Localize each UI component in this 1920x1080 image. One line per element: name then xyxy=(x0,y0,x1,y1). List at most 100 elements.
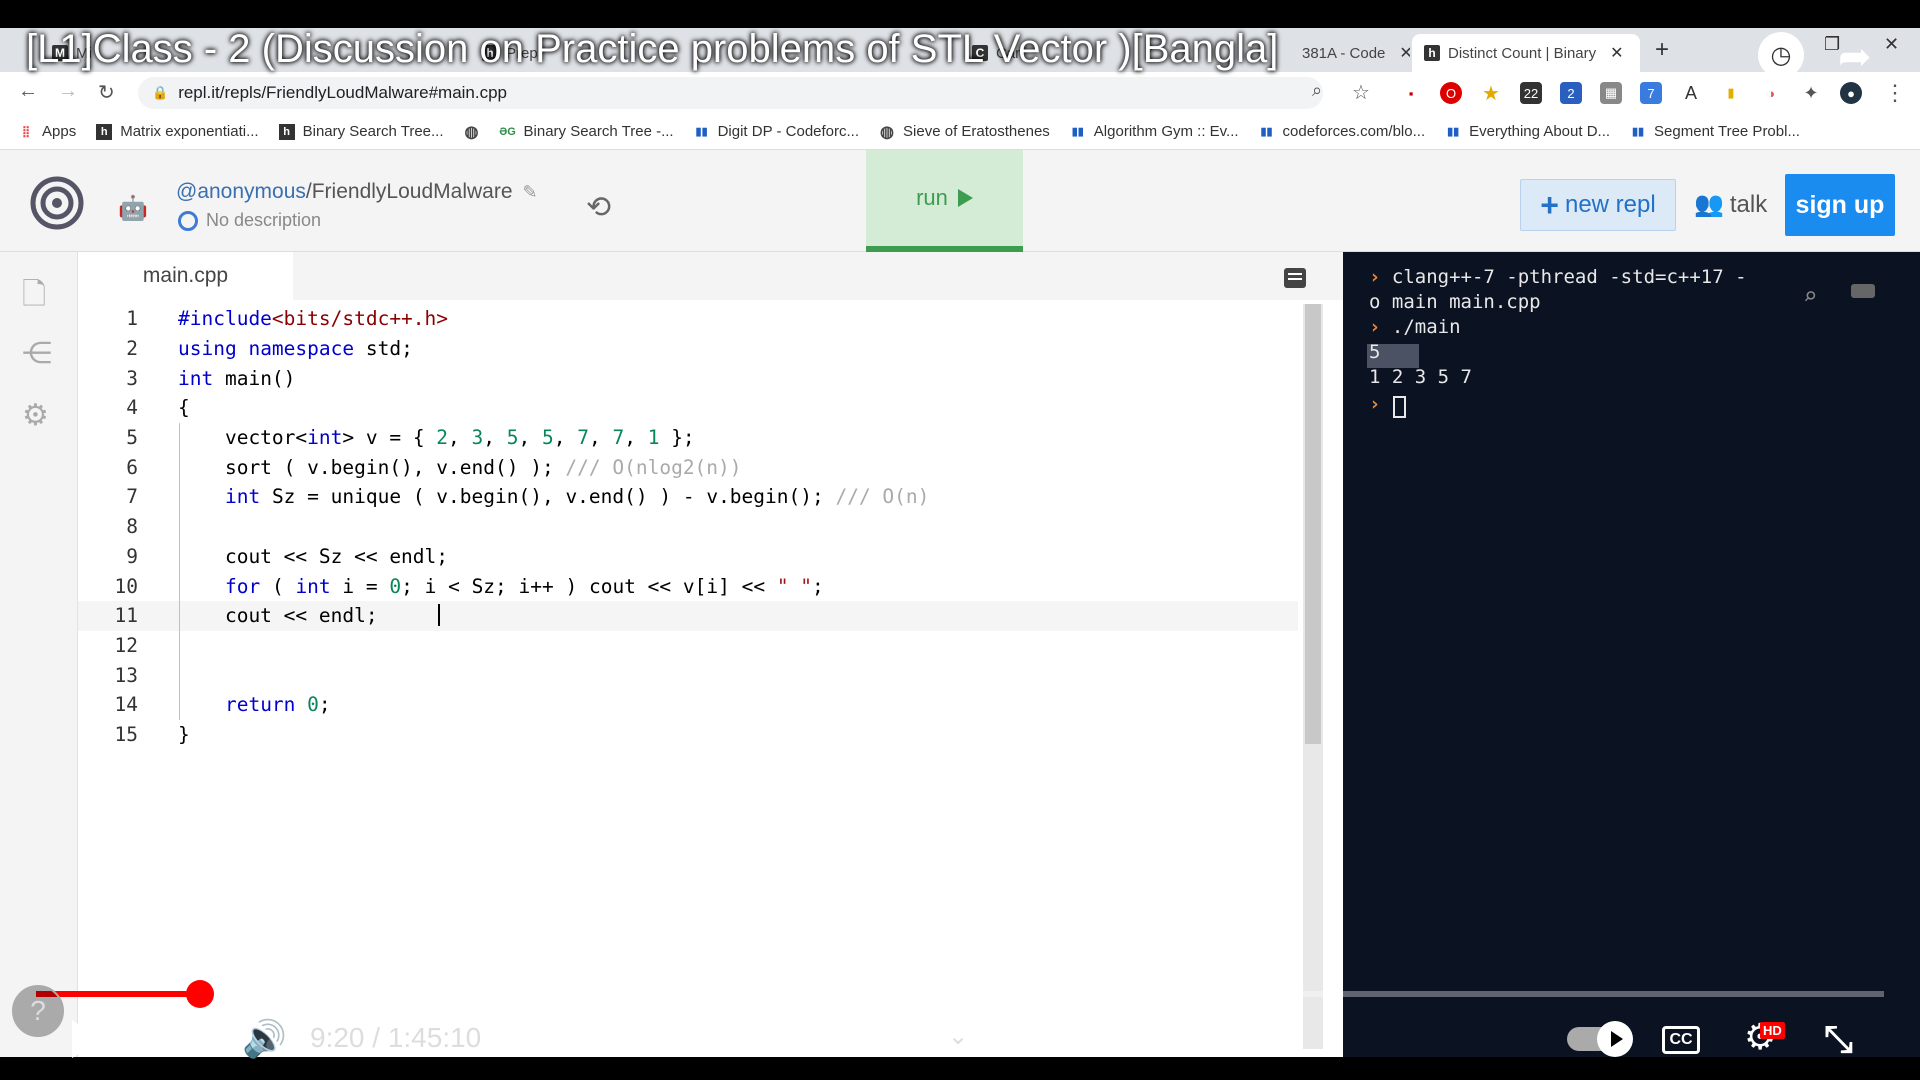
code-area[interactable]: 1 #include<bits/stdc++.h> 2 using namespace… xyxy=(78,304,1298,749)
address-bar[interactable]: 🔒 repl.it/repls/FriendlyLoudMalware#main… xyxy=(138,77,1323,109)
file-tab-main[interactable]: main.cpp xyxy=(78,252,293,300)
bookmark-item[interactable]: h Binary Search Tree... xyxy=(278,123,444,140)
bookmark-item[interactable]: ƏG Binary Search Tree -... xyxy=(499,123,673,140)
extension-icon[interactable]: 2 xyxy=(1560,82,1582,104)
settings-gear-icon[interactable]: ⚙ xyxy=(22,398,49,433)
extension-icon[interactable]: ◑ xyxy=(1760,82,1782,104)
reload-icon[interactable]: ↻ xyxy=(98,80,115,105)
bookmark-item[interactable]: h Matrix exponentiati... xyxy=(96,123,259,140)
bookmark-apps[interactable]: ⣿ Apps xyxy=(18,123,76,140)
tab-favicon: h xyxy=(1424,45,1440,61)
back-icon[interactable]: ← xyxy=(18,80,38,103)
bookmark-item[interactable]: ▮▮ Algorithm Gym :: Ev... xyxy=(1070,123,1239,140)
code-line[interactable]: 7 int Sz = unique ( v.begin(), v.end() )… xyxy=(78,482,1298,512)
bars-icon: ▮▮ xyxy=(695,126,708,138)
video-title[interactable]: [L1]Class - 2 (Discussion on Practice pr… xyxy=(26,27,1278,72)
exit-fullscreen-icon[interactable]: ⤡ xyxy=(1824,1018,1853,1061)
extension-icon[interactable]: 7 xyxy=(1640,82,1662,104)
sign-up-button[interactable]: sign up xyxy=(1785,174,1895,236)
star-extension-icon[interactable]: ★ xyxy=(1480,82,1502,105)
console-prompt: › xyxy=(1369,393,1381,415)
play-icon[interactable] xyxy=(72,1020,102,1058)
share-arrow-icon[interactable]: ➦ xyxy=(1838,34,1872,80)
code-line[interactable]: 10 for ( int i = 0; i < Sz; i++ ) cout <… xyxy=(78,571,1298,601)
files-icon[interactable]: 🗋 xyxy=(22,272,46,323)
next-video-icon[interactable] xyxy=(166,1024,193,1054)
console-output: 5 xyxy=(1369,341,1381,363)
watch-later-clock-icon[interactable]: ◷ xyxy=(1758,32,1804,78)
code-line[interactable]: 3 int main() xyxy=(78,363,1298,393)
robot-icon[interactable]: 🤖 xyxy=(118,194,148,223)
share-nodes-icon[interactable]: ⋲ xyxy=(22,336,52,371)
bookmark-star-icon[interactable]: ☆ xyxy=(1352,80,1370,105)
code-line[interactable]: 4{ xyxy=(78,393,1298,423)
chevron-down-icon[interactable]: ⌄ xyxy=(948,1022,968,1051)
close-window-icon[interactable]: ✕ xyxy=(1884,34,1899,55)
bookmark-item[interactable]: ▮▮ codeforces.com/blo... xyxy=(1259,123,1425,140)
code-line[interactable]: 2 using namespace std; xyxy=(78,334,1298,364)
bookmark-item[interactable]: ◍ xyxy=(464,123,480,141)
clear-console-icon[interactable] xyxy=(1851,284,1875,298)
history-icon[interactable]: ⟲ xyxy=(586,190,611,225)
forward-icon[interactable]: → xyxy=(58,80,78,103)
code-line[interactable]: 13 xyxy=(78,660,1298,690)
bookmark-item[interactable]: ▮▮ Everything About D... xyxy=(1445,123,1610,140)
puzzle-icon[interactable]: ✦ xyxy=(1800,82,1822,104)
code-text: { xyxy=(178,396,190,420)
bookmark-item[interactable]: ▮▮ Segment Tree Probl... xyxy=(1630,123,1800,140)
code-line[interactable]: 6 sort ( v.begin(), v.end() ); /// O(nlo… xyxy=(78,452,1298,483)
new-tab-icon[interactable]: + xyxy=(1655,36,1669,64)
code-text: return 0; xyxy=(224,693,331,717)
replit-logo-icon[interactable] xyxy=(30,176,84,230)
profile-avatar[interactable]: ● xyxy=(1840,82,1862,104)
line-number: 7 xyxy=(126,485,138,509)
read-aloud-icon[interactable]: A xyxy=(1680,82,1702,104)
console-line: › ./main xyxy=(1369,316,1461,338)
bookmark-item[interactable]: ▮▮ Digit DP - Codeforc... xyxy=(694,123,860,140)
help-icon[interactable]: ? xyxy=(12,985,64,1037)
code-line[interactable]: 14 return 0; xyxy=(78,689,1298,720)
globe-icon: ◍ xyxy=(464,123,479,141)
browser-tab[interactable]: 381A - Code ✕ xyxy=(1290,34,1410,72)
edit-pencil-icon[interactable]: ✎ xyxy=(523,182,538,202)
run-button[interactable]: run xyxy=(866,150,1023,252)
language-icon xyxy=(178,210,198,231)
code-line[interactable]: 8 xyxy=(78,511,1298,542)
plus-icon: + xyxy=(1540,187,1559,223)
close-tab-icon[interactable]: ✕ xyxy=(1399,43,1410,63)
bars-icon: ▮▮ xyxy=(1071,126,1084,138)
video-progress-bar[interactable] xyxy=(36,991,1884,997)
zoom-icon[interactable]: ⌕ xyxy=(1312,80,1322,101)
extension-icon[interactable]: 22 xyxy=(1520,82,1542,104)
code-line[interactable]: 11 cout << endl; xyxy=(78,600,1298,631)
subtitles-cc-icon[interactable]: CC xyxy=(1662,1026,1700,1054)
console-pane[interactable]: ⌕ › clang++-7 -pthread -std=c++17 - o ma… xyxy=(1343,252,1920,1057)
code-text: } xyxy=(178,722,190,746)
search-icon[interactable]: ⌕ xyxy=(1803,282,1817,310)
new-repl-button[interactable]: + new repl xyxy=(1520,179,1676,231)
close-tab-icon[interactable]: ✕ xyxy=(1610,43,1623,63)
video-frame[interactable]: { "video": { "title": "[L1]Class - 2 (Di… xyxy=(0,0,1920,1080)
volume-icon[interactable]: 🔊 xyxy=(242,1018,287,1060)
browser-tab-active[interactable]: h Distinct Count | Binary ✕ xyxy=(1412,34,1640,72)
bookmark-item[interactable]: ◍ Sieve of Eratosthenes xyxy=(879,123,1050,141)
code-line[interactable]: 1 #include<bits/stdc++.h> xyxy=(78,304,1298,334)
code-line[interactable]: 15} xyxy=(78,720,1298,750)
hd-badge: HD xyxy=(1760,1022,1785,1039)
talk-link[interactable]: 👥 talk xyxy=(1694,190,1767,219)
menu-kebab-icon[interactable]: ⋮ xyxy=(1884,80,1906,106)
code-line[interactable]: 5 vector<int> v = { 2, 3, 5, 5, 7, 7, 1 … xyxy=(78,422,1298,453)
extension-icon[interactable]: ▦ xyxy=(1600,82,1622,104)
extension-icon[interactable]: ▪ xyxy=(1400,82,1422,104)
globe-icon: ◍ xyxy=(880,123,895,141)
people-icon: 👥 xyxy=(1694,191,1724,218)
outline-icon[interactable] xyxy=(1284,268,1306,288)
autoplay-toggle[interactable] xyxy=(1567,1021,1633,1057)
extension-icon[interactable]: ▮ xyxy=(1720,82,1742,104)
code-line[interactable]: 12 xyxy=(78,630,1298,661)
repl-owner-link[interactable]: @anonymous xyxy=(176,180,306,203)
code-line[interactable]: 9 cout << Sz << endl; xyxy=(78,541,1298,572)
opera-icon[interactable]: O xyxy=(1440,82,1462,104)
video-scrubber-handle[interactable] xyxy=(186,980,214,1008)
editor-scrollbar-thumb[interactable] xyxy=(1305,304,1321,744)
